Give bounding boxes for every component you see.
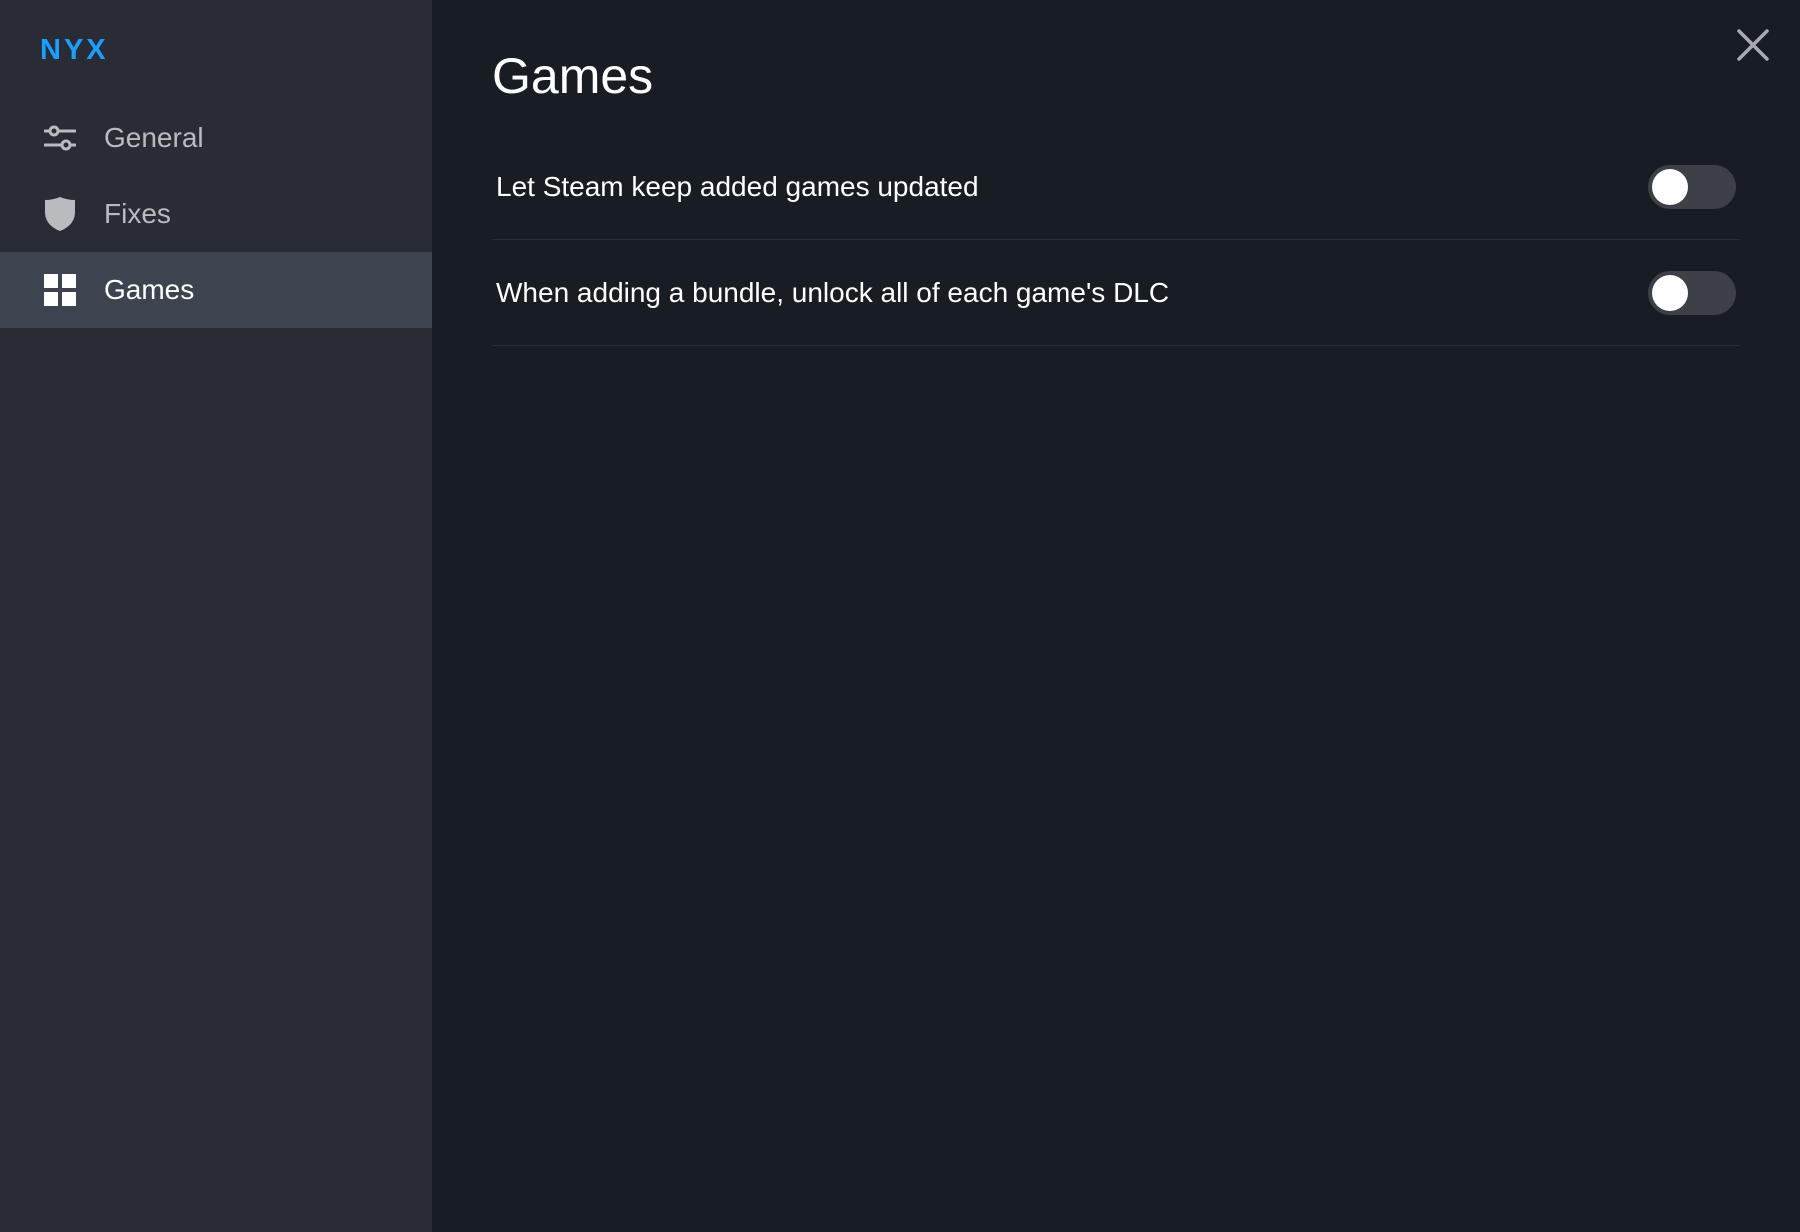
- close-icon: [1737, 29, 1769, 61]
- grid-icon: [44, 274, 76, 306]
- settings-panel: Games Let Steam keep added games updated…: [432, 0, 1800, 1232]
- toggle-knob: [1652, 168, 1688, 205]
- setting-label: Let Steam keep added games updated: [496, 170, 979, 202]
- sidebar-nav: General Fixes Games: [0, 100, 432, 328]
- sliders-icon: [44, 122, 76, 154]
- sidebar: NYX General Fixes Games: [0, 0, 432, 1232]
- shield-icon: [44, 197, 76, 231]
- sidebar-item-label: Fixes: [104, 198, 171, 229]
- settings-window: NYX General Fixes Games Games Let Steam …: [0, 0, 1800, 1232]
- sidebar-item-fixes[interactable]: Fixes: [0, 176, 432, 252]
- toggle-knob: [1652, 274, 1688, 311]
- close-button[interactable]: [1736, 28, 1770, 62]
- unlock-dlc-toggle[interactable]: [1648, 270, 1736, 315]
- keep-updated-toggle[interactable]: [1648, 164, 1736, 209]
- sidebar-item-label: General: [104, 122, 204, 153]
- setting-row-unlock-dlc: When adding a bundle, unlock all of each…: [492, 240, 1740, 346]
- page-title: Games: [492, 48, 654, 104]
- setting-row-keep-updated: Let Steam keep added games updated: [492, 134, 1740, 240]
- setting-label: When adding a bundle, unlock all of each…: [496, 276, 1170, 308]
- sidebar-item-games[interactable]: Games: [0, 252, 432, 328]
- brand-logo: NYX: [40, 34, 109, 66]
- sidebar-item-label: Games: [104, 274, 195, 305]
- sidebar-item-general[interactable]: General: [0, 100, 432, 176]
